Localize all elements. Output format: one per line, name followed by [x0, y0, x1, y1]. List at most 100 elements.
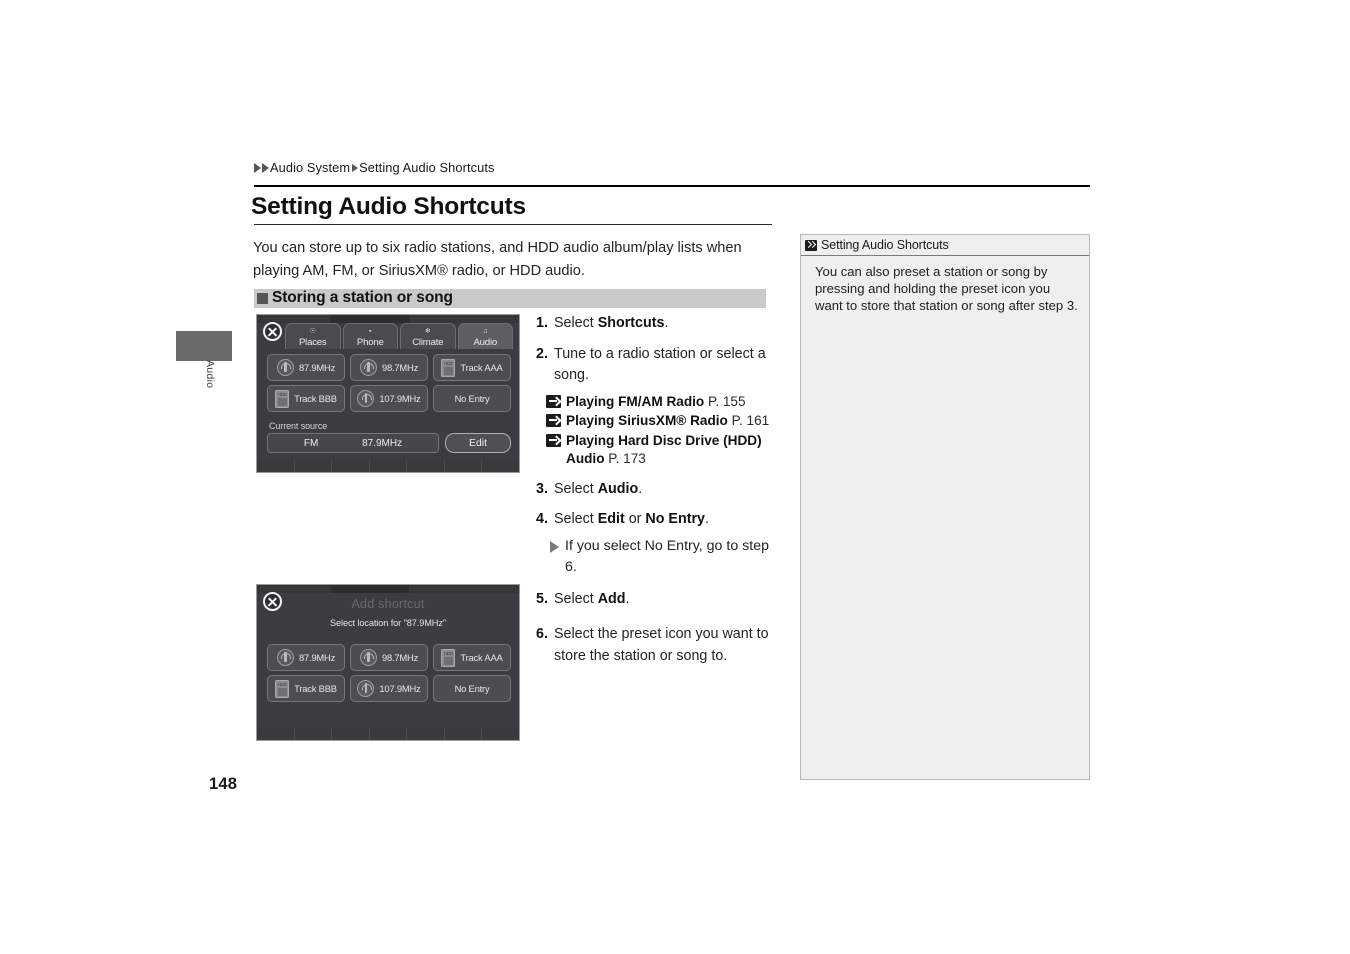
device-bottom-segment: [257, 728, 295, 740]
preset-button[interactable]: Track AAA: [433, 644, 511, 671]
step-1-number: 1.: [536, 315, 548, 331]
close-icon[interactable]: [263, 592, 282, 611]
device-tab-phone[interactable]: ▪ Phone: [342, 323, 398, 349]
page-title: Setting Audio Shortcuts: [251, 193, 526, 220]
hdd-icon: [275, 389, 290, 408]
preset-label: Track BBB: [294, 393, 337, 404]
radio-icon: [357, 390, 375, 407]
preset-button-no-entry[interactable]: No Entry: [433, 675, 511, 702]
step-5-suffix: .: [625, 590, 630, 607]
reference-title: Playing Hard Disc Drive (HDD) Audio: [566, 432, 762, 467]
preset-label: 107.9MHz: [379, 683, 421, 694]
side-note-title: Setting Audio Shortcuts: [821, 238, 949, 252]
preset-label: 87.9MHz: [298, 652, 336, 663]
device-tab-climate-label: Climate: [412, 337, 444, 348]
radio-icon: [359, 359, 377, 376]
reference-page: P. 173: [608, 451, 646, 466]
preset-button[interactable]: 107.9MHz: [350, 675, 428, 702]
preset-button[interactable]: 98.7MHz: [350, 644, 428, 671]
device-bottom-strip: [257, 460, 519, 472]
step-3-number: 3.: [536, 480, 548, 497]
reference-page: P. 155: [708, 393, 746, 409]
step-5-text: Select Add.: [554, 589, 782, 611]
preset-label: 98.7MHz: [381, 652, 419, 663]
step-2-text: Tune to a radio station or select a song…: [554, 345, 766, 384]
device-bottom-segment: [332, 728, 370, 740]
reference-item[interactable]: Playing SiriusXM® Radio P. 161: [546, 412, 782, 431]
radio-icon: [276, 649, 294, 666]
bullet-triangle-icon: [550, 540, 559, 553]
step-5-number: 5.: [536, 590, 548, 607]
preset-button-no-entry[interactable]: No Entry: [433, 385, 511, 412]
reference-title: Playing FM/AM Radio: [566, 393, 705, 409]
preset-grid: 87.9MHz 98.7MHz Track AAA Track BBB 107.…: [267, 354, 511, 412]
close-icon[interactable]: [263, 322, 282, 341]
side-note-header: Setting Audio Shortcuts: [801, 235, 1089, 256]
hdd-icon: [275, 679, 290, 698]
device-bottom-segment: [295, 460, 333, 472]
device-bottom-segment: [407, 728, 445, 740]
step-4-keyword-edit: Edit: [597, 511, 625, 527]
side-note-body: You can also preset a station or song by…: [815, 264, 1078, 313]
step-4-note-text: If you select No Entry, go to step 6.: [565, 537, 769, 575]
step-2: 2. Tune to a radio station or select a s…: [536, 344, 782, 387]
preset-button[interactable]: Track BBB: [267, 385, 345, 412]
device-tab-phone-label: Phone: [356, 337, 384, 348]
breadcrumb-arrow-icon: [254, 162, 261, 173]
device-tab-places[interactable]: ☉ Places: [285, 323, 341, 349]
device-bottom-segment: [332, 460, 370, 472]
dialog-subtitle: Select location for "87.9MHz": [330, 618, 446, 628]
side-tab-label: Audio: [204, 360, 216, 389]
step-1-keyword: Shortcuts: [597, 315, 665, 331]
device-screenshot-add-shortcut: Add shortcut Select location for "87.9MH…: [256, 584, 520, 741]
step-1: 1. Select Shortcuts.: [536, 313, 782, 335]
preset-button[interactable]: 107.9MHz: [350, 385, 428, 412]
preset-label: No Entry: [454, 683, 490, 694]
jump-arrow-icon: [546, 433, 561, 447]
page-number: 148: [209, 775, 238, 793]
device-tab-audio[interactable]: ♫ Audio: [457, 323, 513, 349]
breadcrumb-arrow-icon: [262, 162, 269, 173]
radio-icon: [276, 359, 294, 376]
preset-label: 107.9MHz: [379, 393, 421, 404]
reference-list: Playing FM/AM Radio P. 155 Playing Siriu…: [546, 393, 782, 469]
double-arrow-icon: [805, 239, 817, 251]
radio-icon: [359, 649, 377, 666]
current-source-name: FM: [303, 437, 319, 449]
step-4-prefix: Select: [554, 511, 598, 527]
step-5: 5. Select Add.: [536, 589, 782, 611]
preset-button[interactable]: 87.9MHz: [267, 644, 345, 671]
device-bottom-segment: [445, 460, 483, 472]
step-3: 3. Select Audio.: [536, 479, 782, 501]
jump-arrow-icon: [546, 414, 561, 427]
section-heading-label: Storing a station or song: [272, 288, 453, 306]
preset-label: Track BBB: [294, 683, 337, 694]
reference-item[interactable]: Playing FM/AM Radio P. 155: [546, 393, 782, 412]
device-tab-places-label: Places: [298, 337, 327, 348]
step-3-suffix: .: [638, 480, 643, 497]
step-1-text: Select Shortcuts.: [554, 313, 782, 335]
preset-button[interactable]: Track BBB: [267, 675, 345, 702]
hdd-icon: [441, 648, 456, 667]
steps-list: 1. Select Shortcuts. 2. Tune to a radio …: [536, 313, 782, 676]
edit-button[interactable]: Edit: [445, 433, 511, 453]
step-2-number: 2.: [536, 345, 548, 362]
step-4-text: Select Edit or No Entry.: [554, 509, 782, 531]
side-note-panel: Setting Audio Shortcuts You can also pre…: [800, 234, 1090, 780]
preset-button[interactable]: 98.7MHz: [350, 354, 428, 381]
step-1-prefix: Select: [554, 315, 598, 331]
step-3-prefix: Select: [554, 480, 598, 497]
reference-item[interactable]: Playing Hard Disc Drive (HDD) Audio P. 1…: [546, 432, 782, 469]
hdd-icon: [441, 358, 456, 377]
music-note-icon: ♫: [482, 328, 488, 335]
step-4-number: 4.: [536, 511, 548, 527]
device-tab-climate[interactable]: ❄ Climate: [400, 323, 456, 349]
preset-button[interactable]: Track AAA: [433, 354, 511, 381]
breadcrumb: Audio System Setting Audio Shortcuts: [254, 160, 495, 175]
bullet-square-icon: [257, 293, 268, 304]
step-6-number: 6.: [536, 626, 548, 642]
preset-button[interactable]: 87.9MHz: [267, 354, 345, 381]
intro-paragraph: You can store up to six radio stations, …: [253, 240, 742, 279]
current-source-row: FM 87.9MHz Edit: [267, 433, 511, 453]
breadcrumb-item-setting-audio-shortcuts: Setting Audio Shortcuts: [359, 160, 495, 175]
